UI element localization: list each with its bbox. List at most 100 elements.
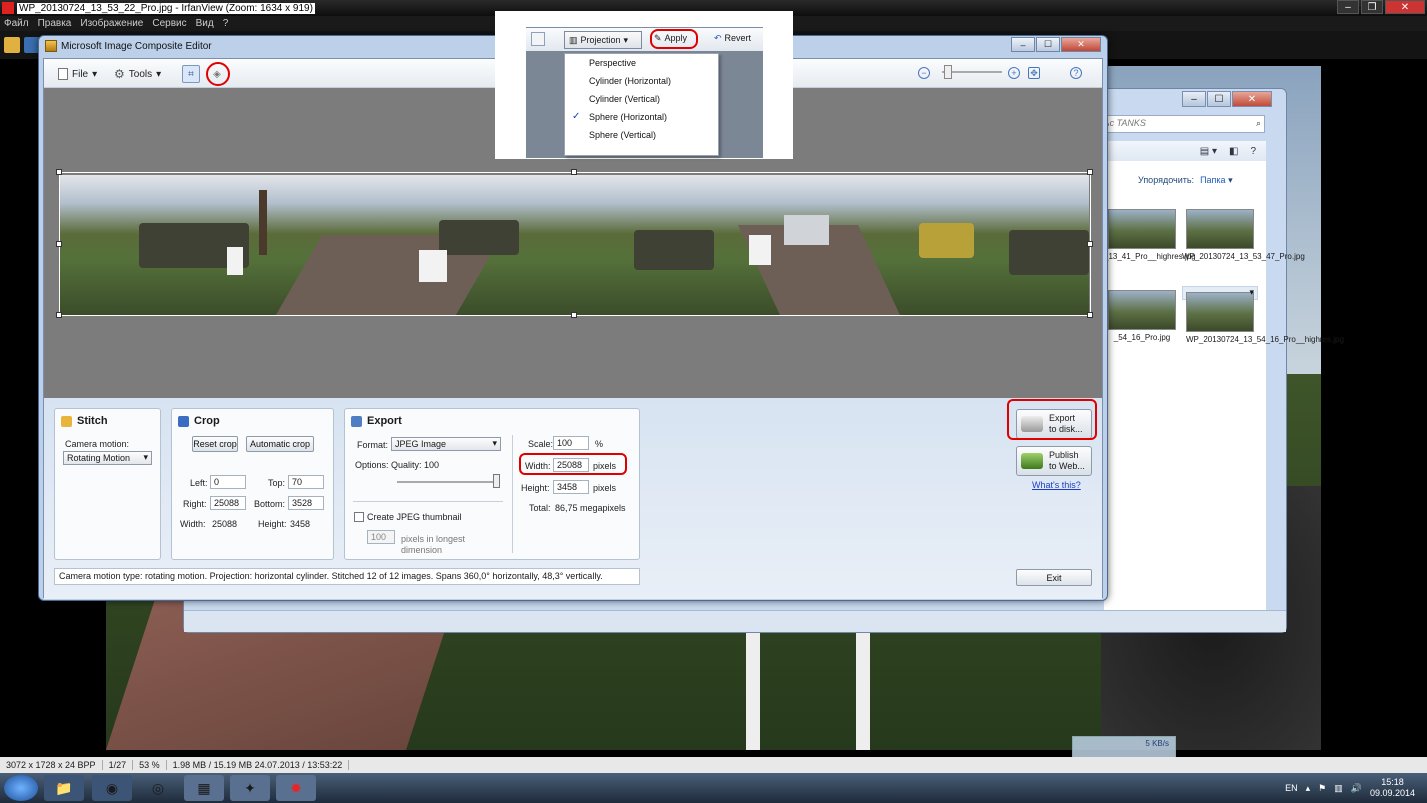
explorer-close-button[interactable]: ✕ — [1232, 91, 1272, 107]
scale-unit: % — [595, 439, 604, 449]
annotation-box — [1007, 399, 1097, 440]
explorer-search-input[interactable]: ъс TANKS ⌕ — [1099, 115, 1265, 133]
menu-options[interactable]: Сервис — [152, 18, 186, 29]
ice-status-message: Camera motion type: rotating motion. Pro… — [54, 568, 640, 585]
menu-view[interactable]: Вид — [196, 18, 214, 29]
crop-icon — [178, 415, 189, 427]
menu-item-cylinder-horizontal[interactable]: Cylinder (Horizontal) — [589, 76, 671, 86]
file-thumbnail[interactable]: _13_41_Pro__highres.jpg — [1104, 205, 1196, 262]
file-thumbnail-selected[interactable]: WP_20130724_13_54_16_Pro__highres.jpg — [1182, 286, 1344, 344]
start-button[interactable] — [4, 775, 38, 801]
crop-top-label: Top: — [268, 478, 286, 488]
explorer-minimize-button[interactable]: – — [1182, 91, 1206, 107]
file-thumbnail[interactable]: WP_20130724_13_53_47_Pro.jpg — [1182, 205, 1305, 262]
ice-close-button[interactable]: ✕ — [1061, 37, 1101, 52]
projection-menu: Perspective Cylinder (Horizontal) Cylind… — [564, 53, 719, 156]
close-button[interactable]: ✕ — [1385, 0, 1425, 14]
automatic-crop-button[interactable]: Automatic crop — [246, 436, 314, 452]
zoom-slider-thumb[interactable] — [944, 65, 952, 79]
crop-handle[interactable] — [1087, 169, 1093, 175]
fit-to-window-icon[interactable]: ✥ — [1028, 67, 1040, 79]
reset-crop-button[interactable]: Reset crop — [192, 436, 238, 452]
ice-titlebar: Microsoft Image Composite Editor — [45, 40, 212, 52]
total-value: 86,75 megapixels — [555, 503, 626, 513]
stitch-panel: Stitch Camera motion: Rotating Motion — [54, 408, 161, 560]
create-thumbnail-checkbox[interactable] — [354, 512, 364, 522]
scale-input[interactable]: 100 — [553, 436, 589, 450]
help-icon[interactable]: ? — [1250, 146, 1256, 157]
photo-app-taskbar-icon[interactable]: ✦ — [230, 775, 270, 801]
crop-handle[interactable] — [1087, 241, 1093, 247]
action-center-icon[interactable]: ⚑ — [1318, 783, 1326, 794]
whats-this-link[interactable]: What's this? — [1032, 480, 1081, 490]
crop-handle[interactable] — [571, 169, 577, 175]
preview-pane-icon[interactable]: ◧ — [1229, 146, 1238, 157]
crop-handle[interactable] — [56, 241, 62, 247]
crop-frame[interactable] — [59, 172, 1091, 316]
crop-tool-icon[interactable] — [531, 32, 545, 46]
minimize-button[interactable]: – — [1337, 0, 1359, 14]
views-icon[interactable]: ▤ ▾ — [1200, 146, 1217, 157]
menu-image[interactable]: Изображение — [80, 18, 143, 29]
exit-button[interactable]: Exit — [1016, 569, 1092, 586]
revert-button[interactable]: ↶ Revert — [714, 33, 751, 44]
firefox-taskbar-icon[interactable]: ◉ — [92, 775, 132, 801]
crop-handle[interactable] — [56, 169, 62, 175]
tools-menu-button[interactable]: ⚙ Tools ▾ — [114, 65, 161, 83]
quality-label: Options: Quality: 100 — [355, 460, 440, 470]
export-height-input[interactable]: 3458 — [553, 480, 589, 494]
crop-right-input[interactable]: 25088 — [210, 496, 246, 510]
settings-panels: Stitch Camera motion: Rotating Motion Cr… — [44, 398, 1102, 599]
menu-edit[interactable]: Правка — [38, 18, 72, 29]
explorer-maximize-button[interactable]: ☐ — [1207, 91, 1231, 107]
gear-icon: ⚙ — [114, 67, 125, 81]
menu-item-sphere-horizontal[interactable]: Sphere (Horizontal) — [589, 112, 667, 122]
crop-handle[interactable] — [571, 312, 577, 318]
search-icon: ⌕ — [1255, 118, 1261, 128]
thumbnail-size-input[interactable]: 100 — [367, 530, 395, 544]
open-folder-icon[interactable] — [4, 37, 20, 53]
explorer-taskbar-icon[interactable]: 📁 — [44, 775, 84, 801]
file-menu-button[interactable]: File ▾ — [58, 65, 97, 83]
projection-dropdown[interactable]: ▥ Projection ▾ — [564, 31, 642, 49]
format-select[interactable]: JPEG Image — [391, 437, 501, 451]
crop-heading: Crop — [194, 415, 220, 427]
crop-top-input[interactable]: 70 — [288, 475, 324, 489]
menu-help[interactable]: ? — [223, 18, 229, 29]
crop-tool-button[interactable]: ⌗ — [182, 65, 200, 83]
zoom-out-icon[interactable]: − — [918, 67, 930, 79]
crop-height-label: Height: — [258, 519, 287, 529]
menu-item-sphere-vertical[interactable]: Sphere (Vertical) — [589, 130, 656, 140]
zoom-in-icon[interactable]: + — [1008, 67, 1020, 79]
export-height-unit: pixels — [593, 483, 617, 493]
sort-control[interactable]: Упорядочить: Папка ▾ — [1138, 175, 1233, 186]
status-zoom: 53 % — [133, 760, 167, 770]
ice-maximize-button[interactable]: ☐ — [1036, 37, 1060, 52]
crop-width-value: 25088 — [212, 519, 238, 529]
clock[interactable]: 15:18 09.09.2014 — [1370, 777, 1415, 799]
irfanview-taskbar-icon[interactable]: ✸ — [276, 775, 316, 801]
crop-width-label: Width: — [180, 519, 206, 529]
status-size: 1.98 MB / 15.19 MB 24.07.2013 / 13:53:22 — [167, 760, 350, 770]
browser-taskbar-icon[interactable]: ◎ — [138, 775, 178, 801]
ice-minimize-button[interactable]: – — [1011, 37, 1035, 52]
camera-motion-select[interactable]: Rotating Motion — [63, 451, 152, 465]
ice-taskbar-icon[interactable]: ▦ — [184, 775, 224, 801]
crop-left-input[interactable]: 0 — [210, 475, 246, 489]
quality-slider-thumb[interactable] — [493, 474, 500, 488]
restore-button[interactable]: ❐ — [1361, 0, 1383, 14]
menu-file[interactable]: Файл — [4, 18, 29, 29]
menu-item-perspective[interactable]: Perspective — [589, 58, 636, 68]
crop-handle[interactable] — [56, 312, 62, 318]
help-icon[interactable]: ? — [1070, 67, 1082, 79]
network-icon[interactable]: ▥ — [1334, 783, 1343, 794]
menu-item-cylinder-vertical[interactable]: Cylinder (Vertical) — [589, 94, 660, 104]
crop-handle[interactable] — [1087, 312, 1093, 318]
volume-icon[interactable]: 🔊 — [1351, 783, 1362, 794]
crop-bottom-input[interactable]: 3528 — [288, 496, 324, 510]
file-thumbnail[interactable]: _54_16_Pro.jpg — [1104, 286, 1180, 343]
tray-expand-icon[interactable]: ▴ — [1306, 783, 1311, 794]
language-indicator[interactable]: EN — [1285, 783, 1298, 793]
quality-slider-track[interactable] — [397, 481, 499, 483]
publish-to-web-button[interactable]: Publish to Web... — [1016, 446, 1092, 476]
